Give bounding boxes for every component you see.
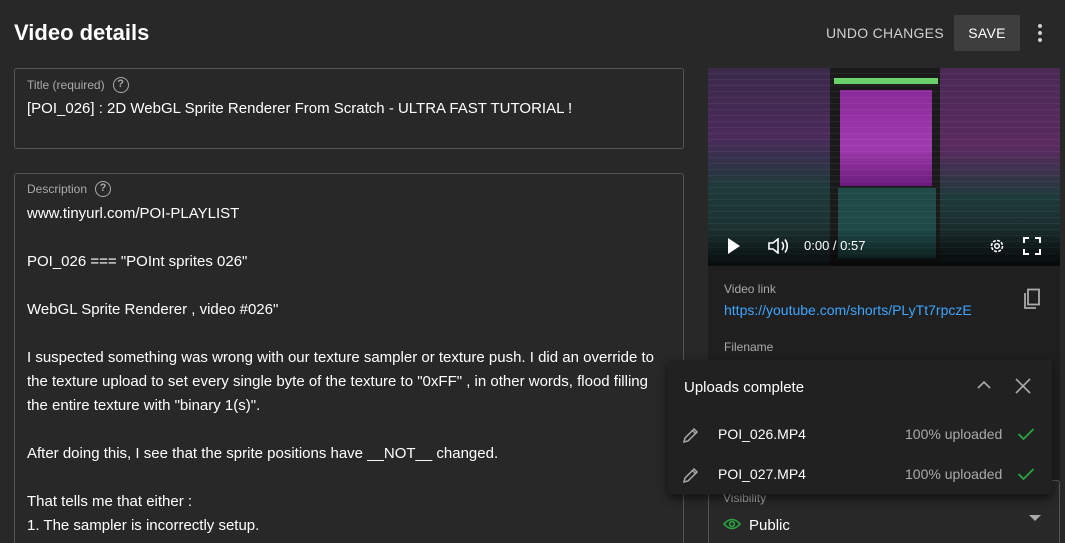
video-link-label: Video link <box>724 282 776 296</box>
title-input[interactable]: [POI_026] : 2D WebGL Sprite Renderer Fro… <box>27 100 572 117</box>
title-field[interactable]: Title (required) ? [POI_026] : 2D WebGL … <box>14 68 684 149</box>
upload-filename: POI_027.MP4 <box>718 466 806 482</box>
pencil-icon[interactable] <box>682 426 700 444</box>
description-line <box>27 322 673 346</box>
volume-icon[interactable] <box>768 238 790 254</box>
visibility-value: Public <box>749 517 790 534</box>
upload-item: POI_026.MP4 100% uploaded <box>668 423 1052 447</box>
description-line: www.tinyurl.com/POI-PLAYLIST <box>27 205 240 222</box>
copy-icon[interactable] <box>1022 288 1042 310</box>
eye-icon <box>723 518 741 530</box>
video-link[interactable]: https://youtube.com/shorts/PLyTt7rpczE <box>724 302 972 318</box>
player-controls <box>708 228 1060 266</box>
page-title: Video details <box>14 20 150 45</box>
description-line <box>27 418 673 442</box>
description-line <box>27 274 673 298</box>
uploads-title: Uploads complete <box>684 379 805 396</box>
filename-label: Filename <box>724 340 774 354</box>
caret-down-icon[interactable] <box>1029 515 1041 521</box>
collapse-icon[interactable] <box>977 380 991 390</box>
description-textarea[interactable]: www.tinyurl.com/POI-PLAYLIST POI_026 ===… <box>27 202 673 538</box>
upload-status: 100% uploaded <box>905 466 1003 482</box>
description-line: WebGL Sprite Renderer , video #026" <box>27 301 279 318</box>
description-line <box>27 226 673 250</box>
description-label: Description <box>27 182 88 196</box>
more-vert-icon[interactable] <box>1028 20 1052 46</box>
pencil-icon[interactable] <box>682 466 700 484</box>
upload-status: 100% uploaded <box>905 426 1003 442</box>
close-icon[interactable] <box>1015 378 1031 394</box>
player-time: 0:00 / 0:57 <box>804 238 866 253</box>
description-field[interactable]: Description ? www.tinyurl.com/POI-PLAYLI… <box>14 173 684 543</box>
description-line: After doing this, I see that the sprite … <box>27 445 499 462</box>
title-label-row: Title (required) ? <box>27 77 129 93</box>
description-line: I suspected something was wrong with our… <box>27 349 654 366</box>
play-icon[interactable] <box>728 238 740 254</box>
description-line <box>27 466 673 490</box>
title-label: Title (required) <box>27 78 105 92</box>
description-line: the entire texture with "binary 1(s)". <box>27 397 261 414</box>
help-icon[interactable]: ? <box>95 181 112 197</box>
check-icon <box>1017 468 1035 481</box>
uploads-popup: Uploads complete POI_026.MP4 100% upload… <box>668 360 1052 494</box>
upload-filename: POI_026.MP4 <box>718 426 806 442</box>
description-label-row: Description ? <box>27 181 112 197</box>
description-line: POI_026 === "POInt sprites 026" <box>27 253 248 270</box>
description-line: That tells me that either : <box>27 493 193 510</box>
save-button[interactable]: SAVE <box>954 15 1020 51</box>
help-icon[interactable]: ? <box>112 77 129 93</box>
fullscreen-icon[interactable] <box>1023 237 1041 255</box>
description-line: the texture upload to set every single b… <box>27 373 648 390</box>
upload-item: POI_027.MP4 100% uploaded <box>668 463 1052 487</box>
check-icon <box>1017 428 1035 441</box>
settings-icon[interactable] <box>988 237 1006 255</box>
undo-changes-button[interactable]: UNDO CHANGES <box>826 16 944 50</box>
video-player[interactable]: 0:00 / 0:57 <box>708 68 1060 266</box>
description-line: 1. The sampler is incorrectly setup. <box>27 517 260 534</box>
